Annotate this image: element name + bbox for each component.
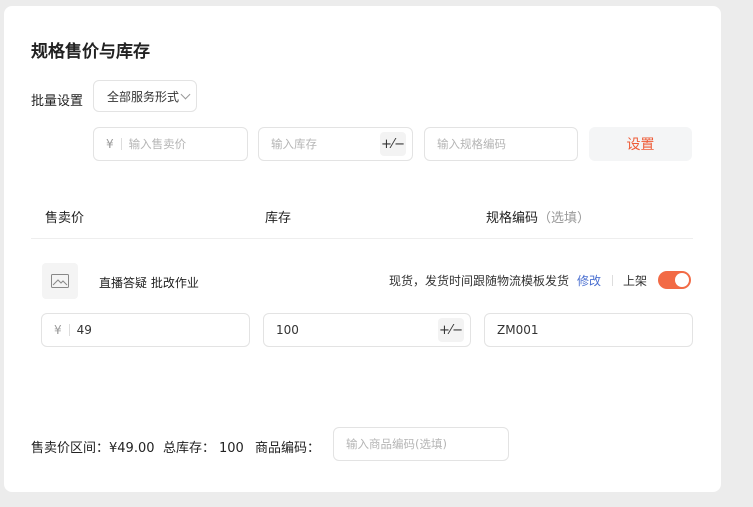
plus-minus-icon[interactable]: +⁄− xyxy=(438,318,464,342)
sku-code-input[interactable]: ZM001 xyxy=(484,313,693,347)
batch-stock-placeholder: 输入库存 xyxy=(271,137,317,151)
spec-price-stock-card: 规格售价与库存 批量设置 全部服务形式 ¥ 输入售卖价 输入库存 +⁄− 输入规… xyxy=(4,6,721,492)
column-header-stock: 库存 xyxy=(265,211,292,226)
service-type-select[interactable]: 全部服务形式 xyxy=(93,80,197,112)
price-range-value: ¥49.00 xyxy=(109,441,155,456)
sku-price-value: 49 xyxy=(76,323,92,337)
price-range-label: 售卖价区间： xyxy=(31,441,110,456)
column-header-sku-code-label: 规格编码 xyxy=(486,211,539,226)
currency-symbol: ¥ xyxy=(42,324,70,336)
sku-code-value: ZM001 xyxy=(497,323,539,337)
price-range: 售卖价区间：¥49.00 xyxy=(31,437,155,456)
total-stock: 总库存： 100 xyxy=(163,437,244,456)
product-code-placeholder: 输入商品编码(选填) xyxy=(346,437,447,451)
sku-price-input[interactable]: ¥ 49 xyxy=(41,313,250,347)
table-divider xyxy=(31,238,693,239)
optional-hint: （选填） xyxy=(538,211,591,226)
batch-setting-label: 批量设置 xyxy=(31,94,84,109)
product-code-input[interactable]: 输入商品编码(选填) xyxy=(333,427,509,461)
total-stock-label: 总库存： xyxy=(163,441,216,456)
column-header-price: 售卖价 xyxy=(45,211,85,226)
plus-minus-icon[interactable]: +⁄− xyxy=(380,132,406,156)
batch-price-placeholder: 输入售卖价 xyxy=(128,137,187,151)
listed-label: 上架 xyxy=(623,274,648,288)
batch-sku-code-input[interactable]: 输入规格编码 xyxy=(424,127,578,161)
currency-symbol: ¥ xyxy=(94,138,122,150)
separator xyxy=(612,275,613,286)
toggle-knob xyxy=(675,273,689,287)
batch-set-button[interactable]: 设置 xyxy=(589,127,692,161)
product-code-label: 商品编码： xyxy=(255,441,321,456)
column-header-sku-code: 规格编码（选填） xyxy=(486,207,590,226)
batch-stock-input[interactable]: 输入库存 +⁄− xyxy=(258,127,413,161)
sku-stock-value: 100 xyxy=(276,323,299,337)
batch-price-input[interactable]: ¥ 输入售卖价 xyxy=(93,127,248,161)
total-stock-value: 100 xyxy=(219,441,244,456)
edit-shipping-link[interactable]: 修改 xyxy=(577,272,601,289)
page-title: 规格售价与库存 xyxy=(31,42,150,62)
shipping-info: 现货，发货时间跟随物流模板发货 xyxy=(389,274,570,288)
image-placeholder-icon[interactable] xyxy=(42,263,78,299)
service-type-select-value: 全部服务形式 xyxy=(107,89,180,104)
listed-toggle[interactable] xyxy=(658,271,691,289)
chevron-down-icon xyxy=(180,89,191,100)
sku-stock-input[interactable]: 100 +⁄− xyxy=(263,313,471,347)
batch-sku-code-placeholder: 输入规格编码 xyxy=(437,137,506,151)
sku-name: 直播答疑 批改作业 xyxy=(99,276,199,290)
